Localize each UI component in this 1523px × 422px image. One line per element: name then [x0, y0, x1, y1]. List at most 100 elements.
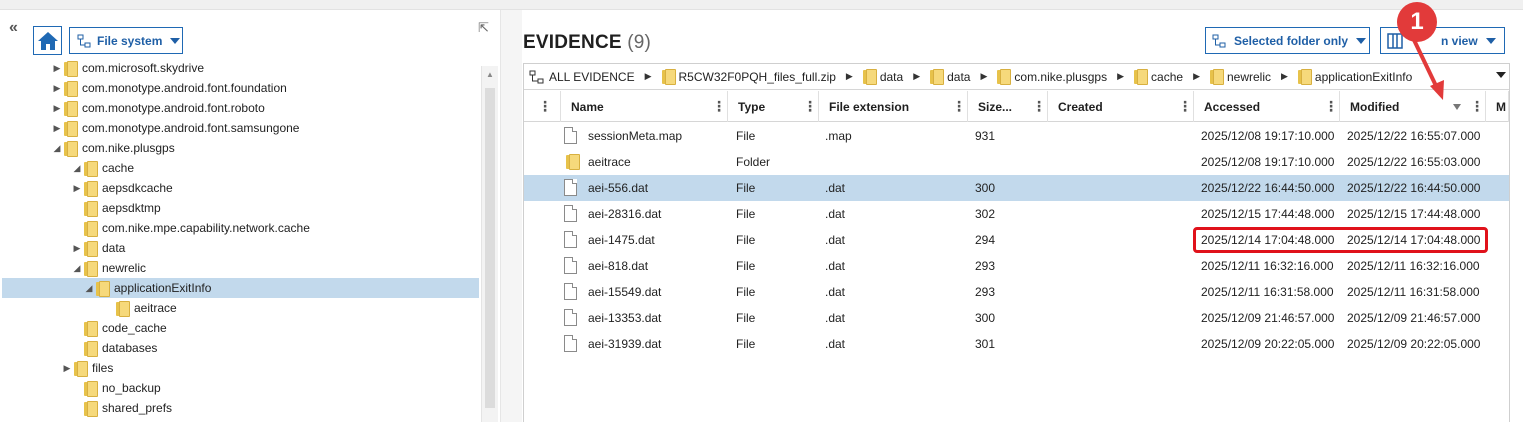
expand-arrow-icon[interactable]: ▶ [52, 63, 62, 74]
breadcrumb-item[interactable]: R5CW32F0PQH_files_full.zip [679, 70, 836, 84]
table-row[interactable]: aei-13353.dat File .dat 300 2025/12/09 21:46… [524, 305, 1509, 331]
table-row[interactable]: aei-28316.dat File .dat 302 2025/12/15 17:44… [524, 201, 1509, 227]
expand-arrow-icon[interactable]: ▶ [52, 123, 62, 134]
column-menu-icon[interactable]: ⋮ [1324, 99, 1338, 113]
collapse-arrow-icon[interactable]: ◢ [72, 163, 82, 174]
breadcrumb: ALL EVIDENCE ▶ R5CW32F0PQH_files_full.zip ▶… [524, 64, 1509, 90]
folder-icon [84, 260, 98, 277]
column-menu-icon[interactable]: ⋮ [1032, 99, 1046, 113]
cell-accessed: 2025/12/08 19:17:10.000 [1201, 155, 1335, 169]
breadcrumb-item[interactable]: applicationExitInfo [1315, 70, 1412, 84]
cell-name: aei-556.dat [588, 181, 649, 195]
cell-type: File [736, 259, 756, 273]
table-row[interactable]: aei-818.dat File .dat 293 2025/12/11 16:32:1… [524, 253, 1509, 279]
columns-icon [1387, 32, 1403, 49]
cell-ext: .dat [825, 207, 846, 221]
tree-item[interactable]: ▶ data [0, 238, 480, 258]
expand-arrow-icon[interactable]: ▶ [62, 363, 72, 374]
selected-folder-dropdown[interactable]: Selected folder only [1205, 27, 1370, 54]
tree-item[interactable]: ▶ com.microsoft.skydrive [0, 60, 480, 78]
collapse-panel-icon[interactable]: « [9, 20, 18, 36]
tree-item[interactable]: databases [0, 338, 480, 358]
breadcrumb-item[interactable]: data [880, 70, 903, 84]
tree-item[interactable]: ▶ com.monotype.android.font.roboto [0, 98, 480, 118]
breadcrumb-item[interactable]: com.nike.plusgps [1014, 70, 1107, 84]
tree-item[interactable]: ◢ applicationExitInfo [2, 278, 479, 298]
tree-item[interactable]: ◢ cache [0, 158, 480, 178]
column-header-label: Modified [1350, 99, 1400, 114]
column-menu-icon[interactable]: ⋮ [1178, 99, 1192, 113]
column-header[interactable]: M [1486, 91, 1509, 122]
cell-type: File [736, 233, 756, 247]
collapse-arrow-icon[interactable]: ◢ [52, 143, 62, 154]
window-top-strip [0, 0, 1523, 10]
left-panel: « File system ⇱ ▶ com.microsoft.skydrive ▶… [0, 10, 500, 422]
breadcrumb-item[interactable]: data [947, 70, 970, 84]
table-row[interactable]: aei-15549.dat File .dat 293 2025/12/11 16:31… [524, 279, 1509, 305]
chevron-down-icon [1356, 37, 1367, 44]
table-row[interactable]: sessionMeta.map File .map 931 2025/12/08 19:… [524, 123, 1509, 149]
expand-arrow-icon[interactable]: ▶ [52, 83, 62, 94]
column-header-select[interactable] [524, 91, 561, 122]
breadcrumb-item[interactable]: ALL EVIDENCE [549, 70, 635, 84]
table-row[interactable]: aei-556.dat File .dat 300 2025/12/22 16:44:5… [524, 175, 1509, 201]
tree-structure-icon [1212, 34, 1226, 47]
column-header[interactable]: Name ⋮ [561, 91, 728, 122]
chevron-down-icon [1485, 37, 1496, 44]
table-row[interactable]: aeitrace Folder 2025/12/08 19:17:10.000 202… [524, 149, 1509, 175]
breadcrumb-item[interactable]: newrelic [1227, 70, 1271, 84]
expand-arrow-icon[interactable]: ▶ [52, 103, 62, 114]
cell-ext: .dat [825, 181, 846, 195]
column-menu-icon[interactable]: ⋮ [1470, 99, 1484, 113]
collapse-arrow-icon[interactable]: ◢ [72, 263, 82, 274]
tree-item-label: com.monotype.android.font.roboto [82, 101, 265, 115]
column-menu-icon[interactable]: ⋮ [712, 99, 726, 113]
column-header[interactable]: Size... ⋮ [968, 91, 1048, 122]
breadcrumb-overflow-icon[interactable] [1496, 72, 1506, 78]
scrollbar-thumb[interactable] [485, 88, 495, 408]
cell-size: 301 [975, 337, 996, 351]
tree-item[interactable]: aeitrace [0, 298, 480, 318]
sort-descending-icon[interactable] [1453, 104, 1461, 110]
tree-item[interactable]: no_backup [0, 378, 480, 398]
cell-size: 300 [975, 181, 996, 195]
scroll-up-icon[interactable]: ▲ [486, 70, 494, 79]
folder-icon [96, 280, 110, 297]
column-menu-icon[interactable]: ⋮ [952, 99, 966, 113]
column-header[interactable]: Accessed ⋮ [1194, 91, 1340, 122]
tree-item[interactable]: code_cache [0, 318, 480, 338]
cell-name: aei-15549.dat [588, 285, 662, 299]
column-header[interactable]: File extension ⋮ [819, 91, 968, 122]
expand-arrow-icon[interactable]: ▶ [72, 243, 82, 254]
cell-name: aei-31939.dat [588, 337, 662, 351]
column-header[interactable]: Type ⋮ [728, 91, 819, 122]
tree-item[interactable]: aepsdktmp [0, 198, 480, 218]
folder-icon [84, 240, 98, 257]
tree-item-label: no_backup [102, 381, 161, 395]
collapse-arrow-icon[interactable]: ◢ [84, 283, 94, 294]
breadcrumb-item[interactable]: cache [1151, 70, 1183, 84]
file-icon [564, 335, 577, 352]
tree-item[interactable]: ▶ files [0, 358, 480, 378]
column-menu-icon[interactable]: ⋮ [803, 99, 817, 113]
tree-scrollbar[interactable]: ▲ [481, 66, 498, 422]
pane-divider[interactable] [500, 10, 522, 422]
expand-arrow-icon[interactable]: ▶ [72, 183, 82, 194]
tree-item[interactable]: ◢ com.nike.plusgps [0, 138, 480, 158]
tree-item[interactable]: ▶ com.monotype.android.font.foundation [0, 78, 480, 98]
home-button[interactable] [33, 26, 62, 55]
column-header[interactable]: Created ⋮ [1048, 91, 1194, 122]
pin-icon[interactable]: ⇱ [478, 20, 489, 36]
tree-item[interactable]: ▶ com.monotype.android.font.samsungone [0, 118, 480, 138]
cell-type: File [736, 337, 756, 351]
folder-icon [84, 160, 98, 177]
cell-accessed: 2025/12/15 17:44:48.000 [1201, 207, 1335, 221]
tree-item[interactable]: ▶ aepsdkcache [0, 178, 480, 198]
table-row[interactable]: aei-31939.dat File .dat 301 2025/12/09 20:22… [524, 331, 1509, 357]
tree-item[interactable]: com.nike.mpe.capability.network.cache [0, 218, 480, 238]
folder-icon [64, 80, 78, 97]
tree-item[interactable]: ◢ newrelic [0, 258, 480, 278]
cell-type: File [736, 129, 756, 143]
tree-item[interactable]: shared_prefs [0, 398, 480, 418]
filesystem-dropdown[interactable]: File system [69, 27, 183, 54]
